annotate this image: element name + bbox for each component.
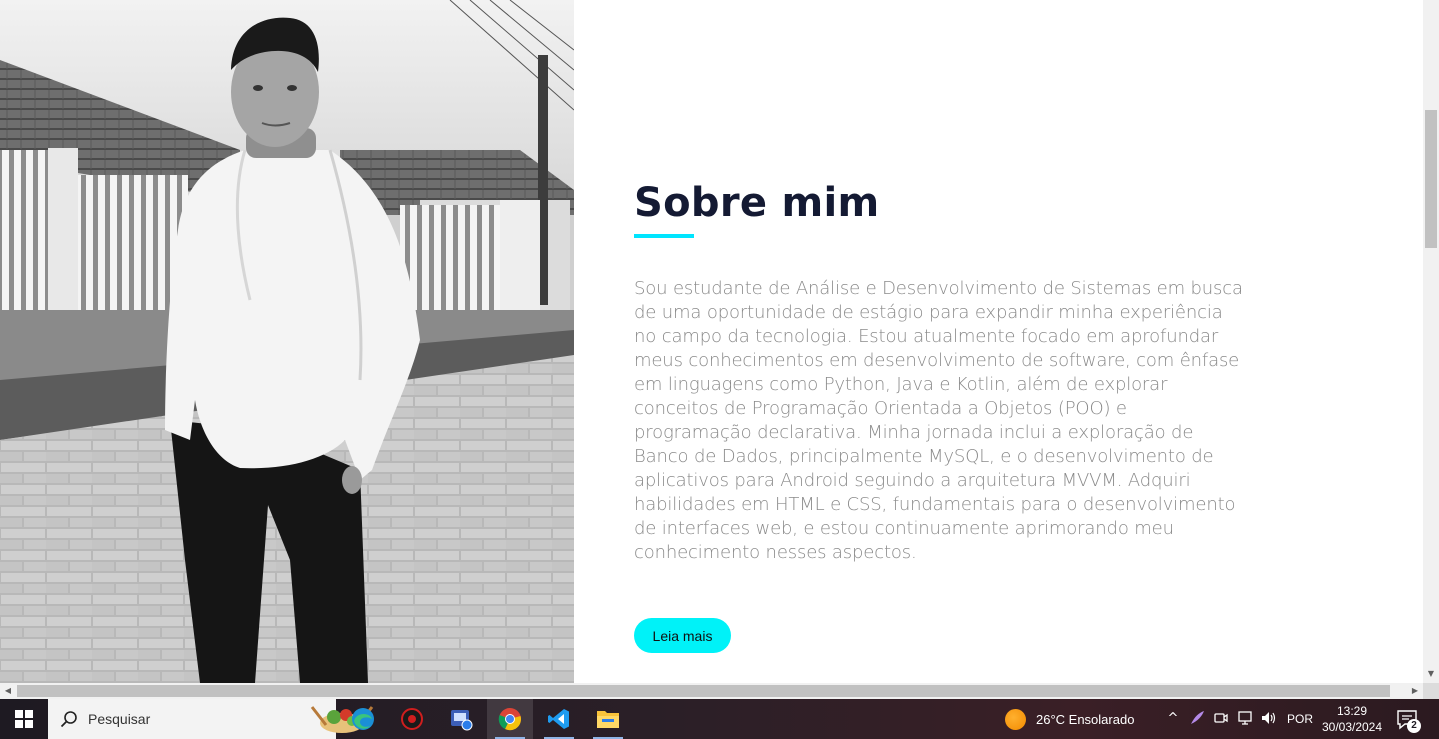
taskbar-chrome[interactable]: [487, 699, 533, 739]
about-title: Sobre mim: [634, 180, 880, 226]
horizontal-scrollbar-thumb[interactable]: [17, 685, 1390, 697]
scrollbar-corner: [1423, 683, 1439, 699]
input-language[interactable]: POR: [1287, 712, 1313, 726]
taskbar-security-app[interactable]: [389, 699, 435, 739]
scroll-left-arrow-icon[interactable]: ◀: [0, 683, 16, 699]
network-icon[interactable]: [1236, 710, 1254, 728]
tray-overflow-chevron-icon[interactable]: ^: [1164, 710, 1182, 728]
profile-photo: [0, 0, 574, 683]
weather-text[interactable]: 26°C Ensolarado: [1036, 712, 1134, 727]
title-underline: [634, 234, 694, 238]
about-paragraph: Sou estudante de Análise e Desenvolvimen…: [634, 278, 1243, 563]
read-more-button[interactable]: Leia mais: [634, 618, 731, 653]
clock-time: 13:29: [1336, 704, 1368, 718]
taskbar-edge[interactable]: [340, 699, 386, 739]
system-clock[interactable]: 13:29 30/03/2024: [1316, 703, 1388, 735]
vertical-scrollbar[interactable]: ▼: [1423, 0, 1439, 683]
scroll-right-arrow-icon[interactable]: ▶: [1407, 683, 1423, 699]
search-icon: [60, 711, 77, 728]
remote-desktop-icon: [451, 710, 473, 731]
scroll-down-arrow-icon[interactable]: ▼: [1423, 666, 1439, 682]
taskbar: Pesquisar 26°C Ensolarado ^ POR 13:29 30…: [0, 699, 1439, 739]
horizontal-scrollbar[interactable]: ◀ ▶: [0, 683, 1423, 699]
taskbar-remote-app[interactable]: [438, 699, 484, 739]
notification-count-badge: 2: [1407, 719, 1421, 733]
feather-app-icon[interactable]: [1188, 710, 1206, 728]
vertical-scrollbar-thumb[interactable]: [1425, 110, 1437, 248]
taskbar-search-box[interactable]: Pesquisar: [48, 699, 374, 739]
windows-logo-icon: [15, 710, 33, 728]
browser-viewport: Sobre mim Sou estudante de Análise e Des…: [0, 0, 1423, 683]
camera-icon[interactable]: [1212, 710, 1230, 728]
taskbar-vscode[interactable]: [536, 699, 582, 739]
file-explorer-icon: [597, 711, 619, 728]
start-button[interactable]: [0, 699, 48, 739]
volume-icon[interactable]: [1260, 710, 1278, 728]
clock-date: 30/03/2024: [1321, 720, 1383, 734]
security-app-icon: [401, 708, 423, 730]
chrome-icon: [498, 708, 521, 731]
sun-icon[interactable]: [1005, 709, 1026, 730]
vscode-icon: [548, 709, 569, 729]
taskbar-file-explorer[interactable]: [585, 699, 631, 739]
search-placeholder: Pesquisar: [88, 711, 151, 727]
edge-icon: [352, 708, 374, 730]
